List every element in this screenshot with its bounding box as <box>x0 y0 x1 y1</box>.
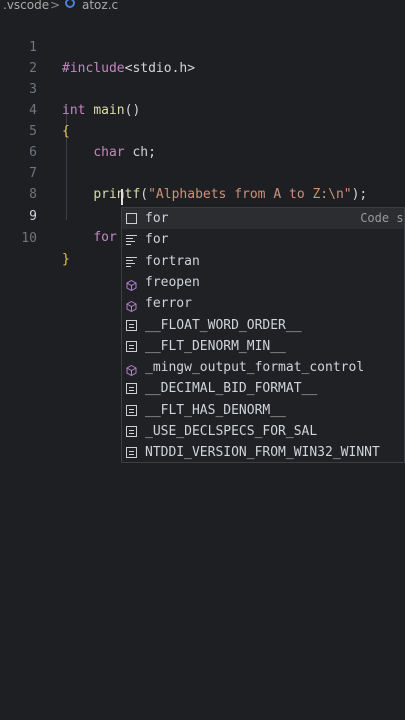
c-file-icon <box>65 0 75 8</box>
field-icon <box>126 404 137 416</box>
suggestion-label: __FLOAT_WORD_ORDER__ <box>145 317 302 333</box>
line-number: 10 <box>21 231 37 246</box>
code-line: 6 <box>0 121 405 160</box>
suggestion-label: _mingw_output_format_control <box>145 360 365 376</box>
code-line: 7 printf("Alphabets from A to Z:\n"); <box>0 142 405 202</box>
method-icon <box>126 298 137 313</box>
suggestion-label: ferror <box>145 296 192 312</box>
suggestion-label: for <box>145 211 169 226</box>
suggestion-item[interactable]: __FLT_DENORM_MIN__ <box>122 336 404 357</box>
code-line: 1 #include<stdio.h> <box>0 16 405 76</box>
suggestion-item[interactable]: for <box>122 229 404 250</box>
code-line: 8 <box>0 163 405 202</box>
field-icon <box>126 447 137 459</box>
suggestion-label: freopen <box>145 274 200 290</box>
suggestion-item[interactable]: _USE_DECLSPECS_FOR_SAL <box>122 421 404 442</box>
suggestion-label: NTDDI_VERSION_FROM_WIN32_WINNT <box>145 445 380 461</box>
suggestion-item[interactable]: __FLOAT_WORD_ORDER__ <box>122 315 404 336</box>
suggestion-detail: Code sni <box>360 211 404 225</box>
suggestion-item[interactable]: for Code sni <box>122 208 404 230</box>
keyword-icon <box>126 256 137 267</box>
breadcrumb-separator: > <box>50 0 61 12</box>
suggestion-item[interactable]: freopen <box>122 272 404 293</box>
snippet-icon <box>126 213 137 224</box>
code-text[interactable]: } <box>62 249 70 270</box>
keyword-icon <box>126 234 137 246</box>
code-line: 5 char ch; <box>0 100 405 160</box>
suggestion-item[interactable]: NTDDI_VERSION_FROM_WIN32_WINNT <box>122 442 404 462</box>
code-text[interactable]: for <box>62 227 116 248</box>
suggestion-widget[interactable]: for Code sni for fortran freopen ferror __FLOA… <box>121 207 405 463</box>
suggestion-item[interactable]: fortran <box>122 251 404 272</box>
suggestion-label: fortran <box>145 253 200 269</box>
code-line: 2 <box>0 37 405 76</box>
method-icon <box>126 277 137 291</box>
suggestion-label: for <box>145 232 169 248</box>
field-icon <box>126 383 137 395</box>
suggestion-label: __DECIMAL_BID_FORMAT__ <box>145 381 318 397</box>
suggestion-item[interactable]: ferror <box>122 293 404 314</box>
breadcrumb: .vscode > atoz.c <box>0 0 405 14</box>
suggestion-label: __FLT_HAS_DENORM__ <box>145 402 286 418</box>
code-line: 4 { <box>0 79 405 139</box>
field-icon <box>126 340 137 352</box>
suggestion-label: __FLT_DENORM_MIN__ <box>145 338 286 354</box>
text-cursor <box>121 189 123 205</box>
field-icon <box>126 319 137 331</box>
method-icon <box>126 362 137 377</box>
breadcrumb-file[interactable]: atoz.c <box>82 0 118 12</box>
code-line: 9 for <box>0 185 405 245</box>
suggestion-item[interactable]: __DECIMAL_BID_FORMAT__ <box>122 378 404 399</box>
breadcrumb-folder[interactable]: .vscode <box>3 0 49 12</box>
suggestion-label: _USE_DECLSPECS_FOR_SAL <box>145 424 318 439</box>
field-icon <box>126 426 137 437</box>
code-line: 3 int main() <box>0 58 405 118</box>
suggestion-item[interactable]: __FLT_HAS_DENORM__ <box>122 400 404 421</box>
suggestion-item[interactable]: _mingw_output_format_control <box>122 357 404 378</box>
